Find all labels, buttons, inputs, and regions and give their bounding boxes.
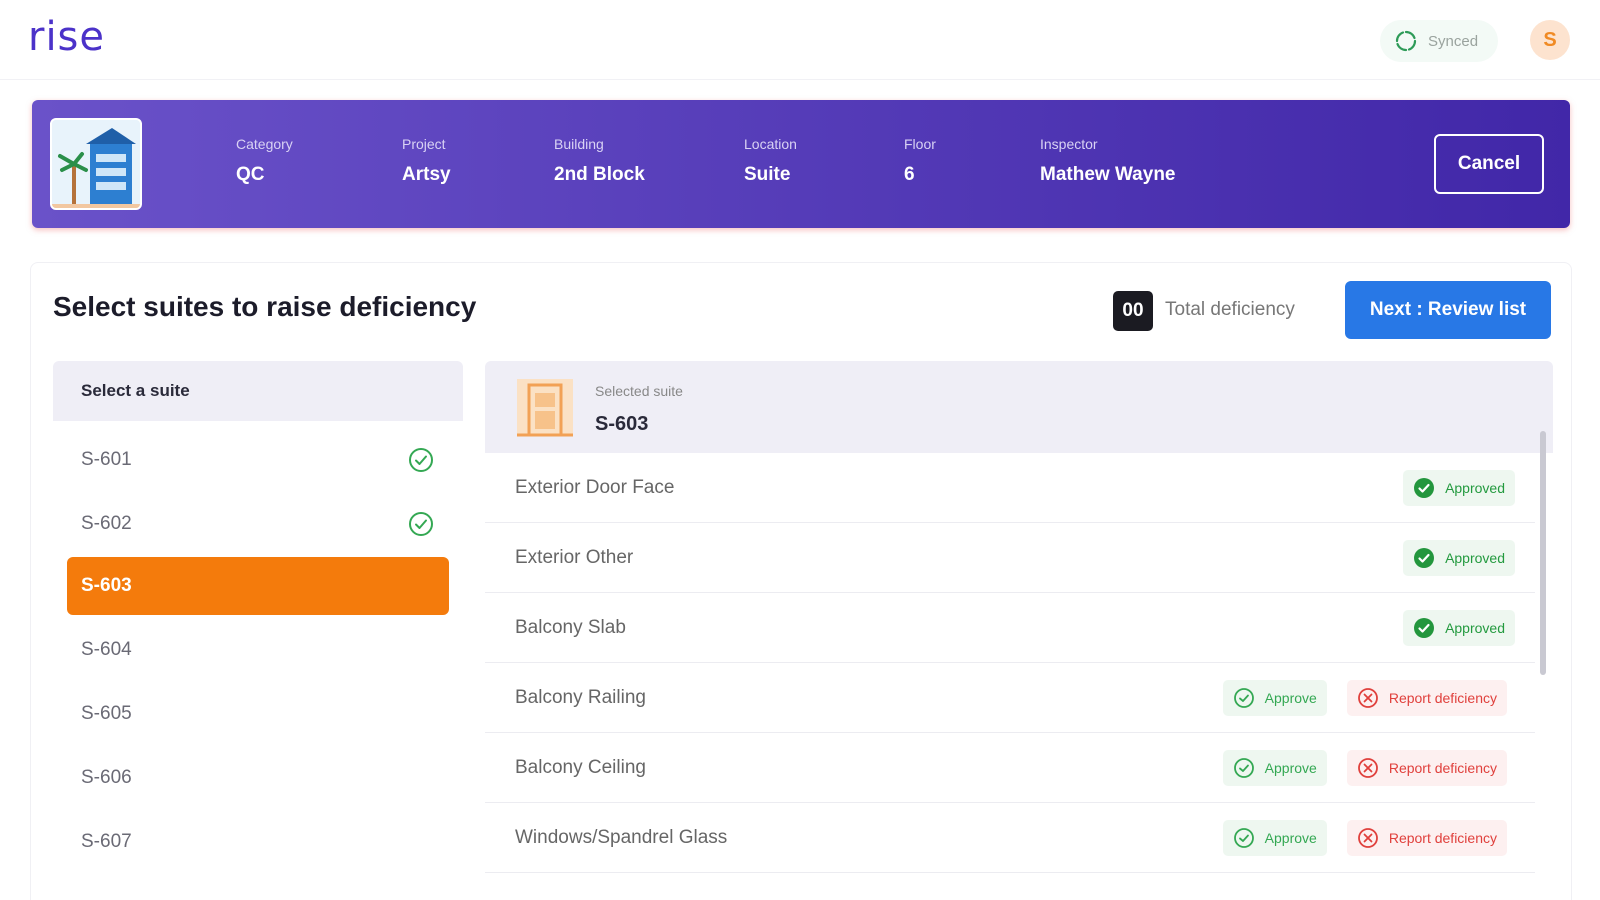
report-deficiency-button[interactable]: Report deficiency [1346,819,1507,856]
checklist-item-label: Balcony Railing [515,686,646,708]
selected-suite-label: Selected suite [595,383,683,399]
detail-scrollbar[interactable] [1540,431,1546,675]
checklist-item-label: Balcony Ceiling [515,756,646,778]
approved-badge: Approved [1403,609,1515,646]
suite-list: Select a suite S-601 S-602 S-603 S-604 S… [53,361,463,900]
report-label: Report deficiency [1388,829,1497,846]
approve-label: Approve [1264,689,1317,706]
field-label: Location [744,136,797,152]
field-building: Building 2nd Block [554,136,645,186]
checklist-item-label: Balcony Slab [515,616,626,638]
check-circle-icon [409,512,433,536]
field-project: Project Artsy [402,136,451,186]
inspection-banner: Category QC Project Artsy Building 2nd B… [32,100,1570,228]
project-thumbnail [50,118,142,210]
approve-button[interactable]: Approve [1222,749,1327,786]
field-location: Location Suite [744,136,797,186]
user-avatar[interactable]: S [1530,20,1570,60]
cancel-button[interactable]: Cancel [1434,134,1544,194]
deficiency-count: 00 [1113,291,1153,331]
check-circle-icon [1233,827,1254,848]
approved-label: Approved [1445,549,1505,566]
close-circle-icon [1357,827,1378,848]
suite-label: S-601 [81,449,132,470]
suite-detail-panel: Selected suite S-603 Exterior Door Face … [485,361,1553,900]
field-floor: Floor 6 [904,136,936,186]
suite-label: S-605 [81,703,132,724]
checklist-item-label: Exterior Other [515,546,634,568]
check-circle-icon [409,448,433,472]
report-deficiency-button[interactable]: Report deficiency [1346,749,1507,786]
checklist-row: Balcony Ceiling Approve Report deficienc… [485,733,1535,803]
approved-badge: Approved [1403,469,1515,506]
top-bar: rise Synced S [0,0,1600,80]
check-filled-icon [1414,547,1435,568]
suite-item-s-602[interactable]: S-602 [67,495,449,553]
check-circle-icon [1233,757,1254,778]
suite-label: S-602 [81,513,132,534]
field-category: Category QC [236,136,293,186]
field-value: Mathew Wayne [1040,164,1176,185]
checklist-item-label: Windows/Spandrel Glass [515,826,728,848]
field-value: 2nd Block [554,164,645,185]
suite-item-s-606[interactable]: S-606 [67,749,449,807]
field-label: Floor [904,136,936,152]
approved-label: Approved [1445,619,1505,636]
report-label: Report deficiency [1388,689,1497,706]
app-logo[interactable]: rise [28,14,105,60]
check-filled-icon [1414,617,1435,638]
approve-label: Approve [1264,759,1317,776]
main-card: Select suites to raise deficiency 00 Tot… [30,262,1572,900]
suite-item-s-601[interactable]: S-601 [67,431,449,489]
report-deficiency-button[interactable]: Report deficiency [1346,679,1507,716]
close-circle-icon [1357,687,1378,708]
field-label: Project [402,136,446,152]
approved-label: Approved [1445,479,1505,496]
suite-label: S-603 [81,575,132,596]
checklist-row: Balcony Slab Approved [485,593,1535,663]
page-title: Select suites to raise deficiency [53,291,477,322]
suite-item-s-603[interactable]: S-603 [67,557,449,615]
approve-button[interactable]: Approve [1222,679,1327,716]
selected-suite-value: S-603 [595,413,649,435]
report-label: Report deficiency [1388,759,1497,776]
field-value: Artsy [402,164,451,185]
sync-status[interactable]: Synced [1380,20,1498,62]
close-circle-icon [1357,757,1378,778]
suite-item-s-607[interactable]: S-607 [67,813,449,871]
checklist-item-label: Exterior Door Face [515,476,675,498]
deficiency-count-label: Total deficiency [1165,299,1295,320]
building-illustration-icon [52,120,140,208]
field-label: Building [554,136,604,152]
selected-suite-header: Selected suite S-603 [485,361,1553,453]
suite-item-s-604[interactable]: S-604 [67,621,449,679]
field-value: QC [236,164,265,185]
suite-label: S-607 [81,831,132,852]
check-circle-icon [1233,687,1254,708]
suite-label: S-604 [81,639,132,660]
checklist-row: Windows/Spandrel Glass Approve Report de… [485,803,1535,873]
next-review-button[interactable]: Next : Review list [1345,281,1551,339]
approve-button[interactable]: Approve [1222,819,1327,856]
approved-badge: Approved [1403,539,1515,576]
checklist-row: Exterior Other Approved [485,523,1535,593]
checklist-row: Balcony Railing Approve Report deficienc… [485,663,1535,733]
approve-label: Approve [1264,829,1317,846]
field-inspector: Inspector Mathew Wayne [1040,136,1176,186]
suite-item-s-605[interactable]: S-605 [67,685,449,743]
check-filled-icon [1414,477,1435,498]
field-value: Suite [744,164,791,185]
suite-label: S-606 [81,767,132,788]
suite-list-header: Select a suite [53,361,463,421]
field-label: Category [236,136,293,152]
field-label: Inspector [1040,136,1098,152]
sync-icon [1395,30,1417,52]
field-value: 6 [904,164,915,185]
door-icon [517,379,573,437]
sync-label: Synced [1428,32,1479,50]
checklist-row: Exterior Door Face Approved [485,453,1535,523]
